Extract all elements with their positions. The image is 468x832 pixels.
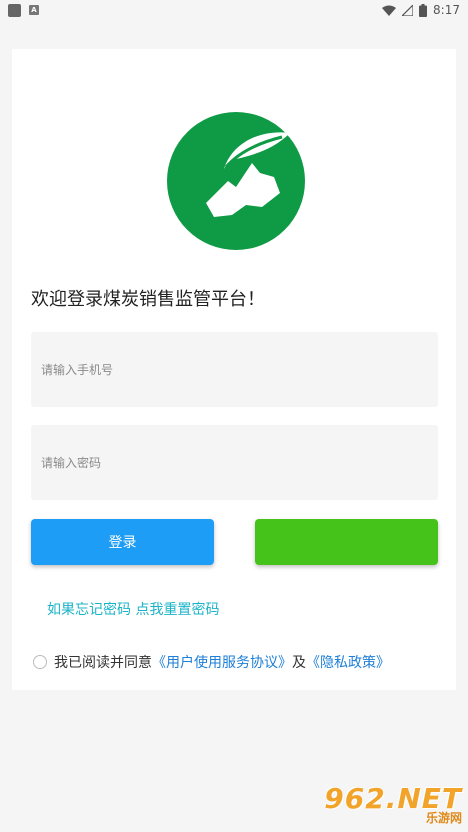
agreement-row: 我已阅读并同意 《用户使用服务协议》 及 《隐私政策》 — [33, 652, 390, 672]
green-action-button[interactable] — [255, 519, 438, 565]
watermark-bottom-text: 乐游网 — [425, 811, 462, 825]
watermark-logo: 962.NET 乐游网 — [322, 782, 462, 830]
phone-field[interactable] — [31, 332, 438, 407]
status-time: 8:17 — [433, 3, 460, 17]
agreement-text: 我已阅读并同意 — [54, 655, 152, 671]
agreement-checkbox[interactable] — [33, 655, 47, 669]
status-left: A — [8, 3, 39, 17]
status-right: 8:17 — [382, 3, 460, 17]
wifi-icon — [382, 5, 397, 16]
battery-icon — [419, 3, 428, 17]
agreement-and: 及 — [292, 655, 306, 671]
terms-link[interactable]: 《用户使用服务协议》 — [152, 652, 292, 672]
login-button[interactable]: 登录 — [31, 519, 214, 565]
mountain-leaf-logo-icon — [167, 112, 305, 250]
app-notification-icon — [8, 3, 21, 17]
password-input[interactable] — [41, 425, 438, 500]
phone-input[interactable] — [41, 332, 438, 407]
privacy-link[interactable]: 《隐私政策》 — [306, 652, 390, 672]
login-card: 欢迎登录煤炭销售监管平台！ 登录 如果忘记密码 点我重置密码 我已阅读并同意 《… — [12, 49, 456, 690]
letter-notification-icon: A — [29, 5, 39, 15]
reset-password-link[interactable]: 点我重置密码 — [135, 602, 219, 618]
status-bar: A 8:17 — [0, 0, 468, 20]
signal-icon — [402, 4, 414, 16]
forgot-password-row: 如果忘记密码 点我重置密码 — [47, 599, 219, 619]
password-field[interactable] — [31, 425, 438, 500]
forgot-password-prefix[interactable]: 如果忘记密码 — [47, 602, 131, 618]
welcome-title: 欢迎登录煤炭销售监管平台！ — [31, 289, 265, 310]
